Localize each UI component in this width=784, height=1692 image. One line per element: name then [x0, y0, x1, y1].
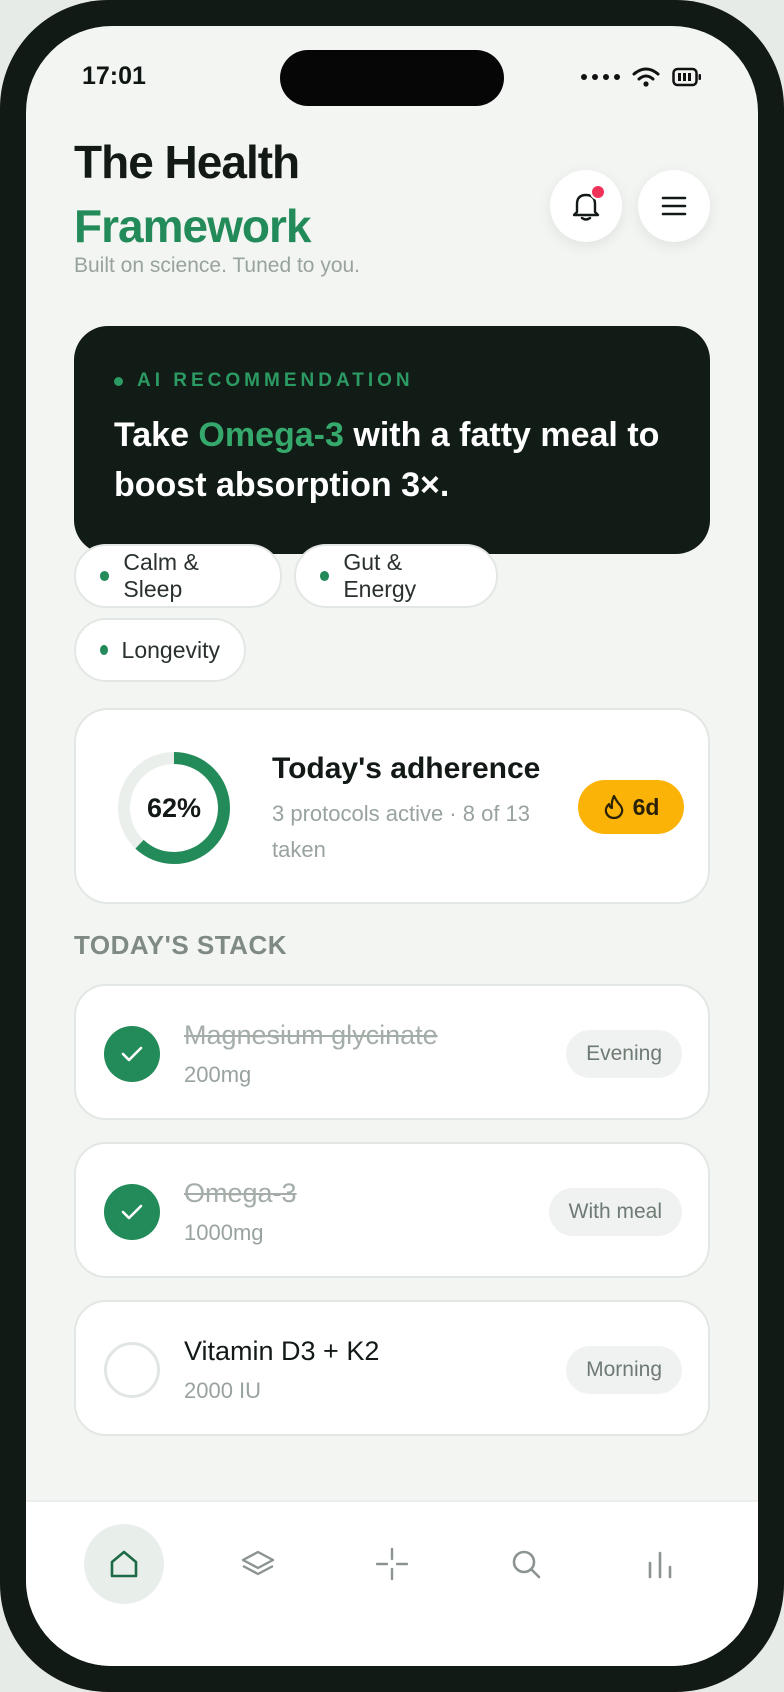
bar-chart-icon — [648, 1551, 672, 1579]
search-icon — [512, 1550, 541, 1579]
ai-eyebrow-label: AI RECOMMENDATION — [137, 370, 414, 391]
stack-section-label: TODAY'S STACK — [74, 930, 288, 960]
stack-item-name: Magnesium glycinate — [184, 1020, 438, 1050]
stack-item-timing: Morning — [566, 1346, 682, 1394]
stack-item-name: Vitamin D3 + K2 — [184, 1336, 380, 1366]
battery-icon — [672, 67, 701, 87]
nav-ai[interactable] — [352, 1524, 432, 1604]
check-icon — [121, 1046, 143, 1062]
status-time: 17:01 — [82, 62, 146, 90]
chip-label: Gut & Energy — [343, 549, 417, 602]
dynamic-island — [280, 50, 504, 106]
home-icon — [110, 1550, 138, 1578]
chip-label: Calm & Sleep — [123, 549, 199, 602]
title-line-2: Framework — [74, 200, 311, 252]
notifications-button[interactable] — [550, 170, 622, 242]
stack-item-dose: 200mg — [184, 1062, 252, 1087]
stack-item-dose: 2000 IU — [184, 1378, 262, 1403]
chip-dot-icon — [320, 571, 330, 581]
stack-item-timing: With meal — [548, 1188, 682, 1236]
streak-badge[interactable]: 6d — [578, 780, 684, 834]
sparkle-icon — [375, 1547, 409, 1581]
adherence-card[interactable]: 62% Today's adherence 3 protocols active… — [74, 708, 710, 904]
stack-item[interactable]: Vitamin D3 + K2 2000 IU Morning — [74, 1300, 710, 1436]
app-screen: 17:01 The Health Framework Built on scie… — [26, 26, 758, 1666]
status-bar: 17:01 — [26, 26, 758, 136]
nav-insights[interactable] — [620, 1524, 700, 1604]
adherence-title: Today's adherence — [272, 752, 541, 785]
ai-dot-icon — [114, 376, 123, 386]
stack-item-dose: 1000mg — [184, 1220, 264, 1245]
title-line-1: The Health — [74, 136, 300, 188]
check-icon — [121, 1204, 143, 1220]
chip-dot-icon — [100, 645, 108, 655]
stack-item-name: Omega-3 — [184, 1178, 297, 1208]
ai-recommendation-text: Take Omega-3 with a fatty meal to boost … — [114, 410, 694, 510]
flame-icon — [604, 794, 623, 820]
stack-item[interactable]: Omega-3 1000mg With meal — [74, 1142, 710, 1278]
stack-item-timing: Evening — [566, 1030, 682, 1078]
checkbox-checked[interactable] — [104, 1184, 160, 1240]
checkbox-unchecked[interactable] — [104, 1342, 160, 1398]
hamburger-menu-icon — [661, 196, 687, 216]
stack-item[interactable]: Magnesium glycinate 200mg Evening — [74, 984, 710, 1120]
adherence-subtitle: 3 protocols active · 8 of 13 taken — [272, 801, 531, 862]
ai-text-highlight: Omega-3 — [198, 416, 344, 454]
phone-frame: 17:01 The Health Framework Built on scie… — [0, 0, 784, 1692]
streak-label: 6d — [632, 793, 660, 820]
checkbox-checked[interactable] — [104, 1026, 160, 1082]
status-icons — [581, 66, 702, 88]
nav-protocols[interactable] — [218, 1524, 298, 1604]
adherence-percent: 62% — [146, 792, 202, 823]
chip-longevity[interactable]: Longevity — [74, 618, 246, 682]
menu-button[interactable] — [638, 170, 710, 242]
bottom-nav — [26, 1500, 758, 1666]
chip-gut-energy[interactable]: Gut & Energy — [294, 544, 498, 608]
ai-eyebrow: AI RECOMMENDATION — [114, 370, 414, 392]
notification-badge — [590, 184, 606, 200]
ai-recommendation-card[interactable]: AI RECOMMENDATION Take Omega-3 with a fa… — [74, 326, 710, 554]
wifi-icon — [632, 67, 660, 87]
signal-dots-icon — [581, 74, 620, 80]
tagline: Built on science. Tuned to you. — [74, 254, 361, 277]
ai-text-before: Take — [114, 416, 199, 454]
chip-label: Longevity — [121, 636, 220, 663]
nav-home[interactable] — [84, 1524, 164, 1604]
chip-dot-icon — [100, 571, 110, 581]
nav-search[interactable] — [486, 1524, 566, 1604]
page-title: The Health Framework — [74, 130, 311, 258]
chip-calm-sleep[interactable]: Calm & Sleep — [74, 544, 282, 608]
layers-icon — [241, 1550, 275, 1576]
